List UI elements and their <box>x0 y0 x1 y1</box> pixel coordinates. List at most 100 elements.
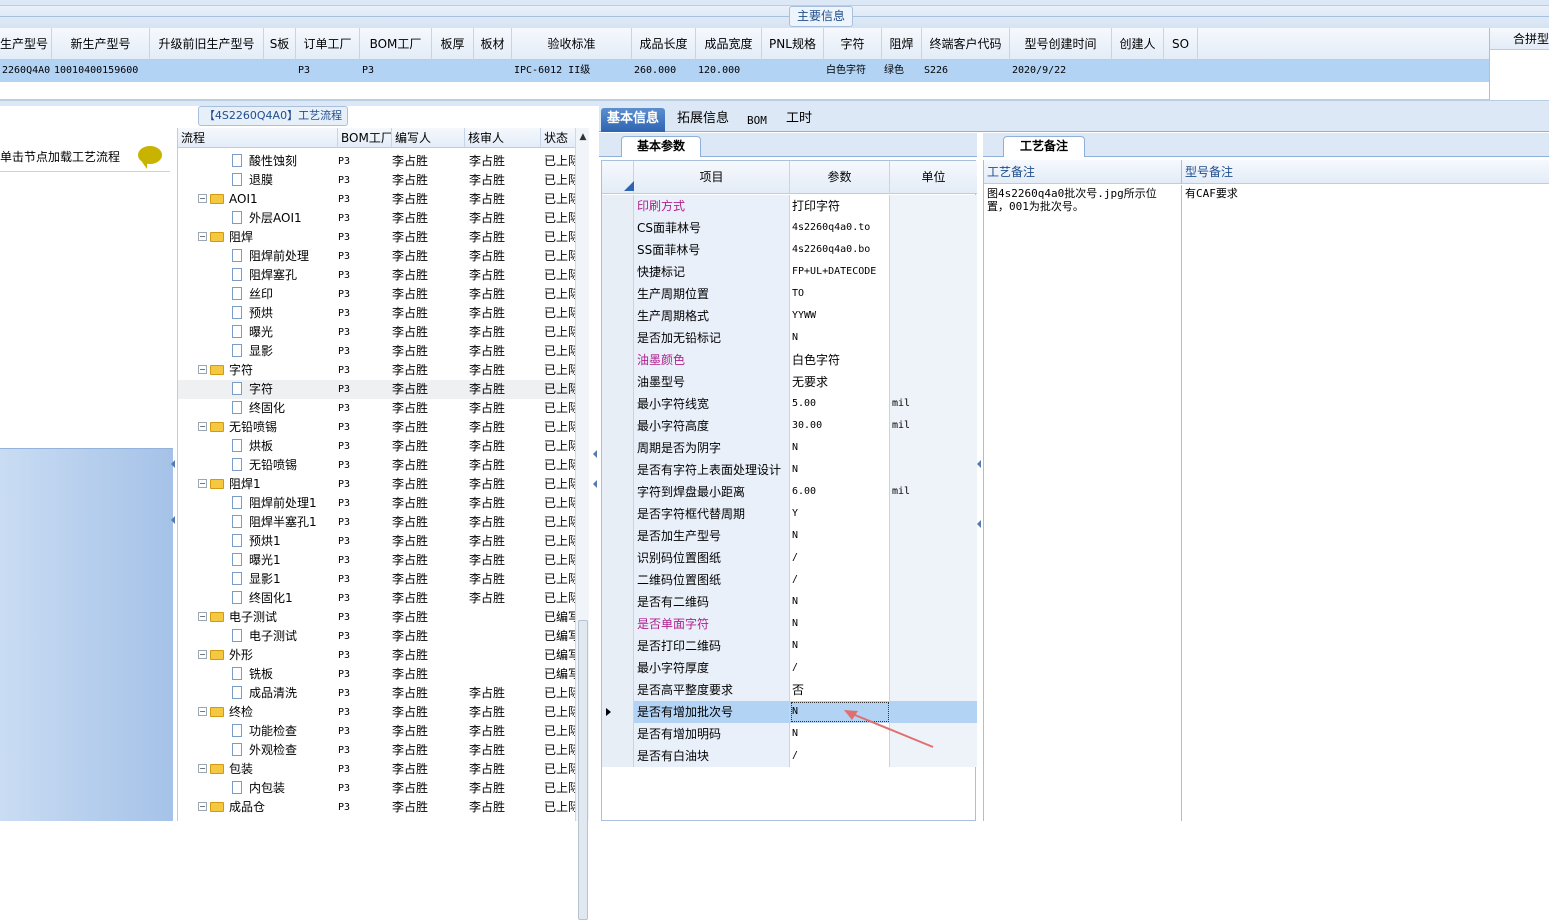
param-value[interactable]: 否 <box>790 679 890 701</box>
row-header[interactable] <box>602 679 634 701</box>
cell[interactable]: 白色字符 <box>824 60 882 82</box>
tree-col-header[interactable]: 流程 <box>178 128 338 148</box>
row-header[interactable] <box>602 591 634 613</box>
tree-row[interactable]: 阻焊前处理 P3 李占胜 李占胜 已上际 <box>178 247 576 266</box>
row-header[interactable] <box>602 569 634 591</box>
tree-row[interactable]: − 终检 P3 李占胜 李占胜 已上际 <box>178 703 576 722</box>
cell[interactable]: 2020/9/22 <box>1010 60 1112 82</box>
cell[interactable] <box>264 60 296 82</box>
row-header[interactable] <box>602 261 634 283</box>
row-header[interactable] <box>602 723 634 745</box>
cell[interactable] <box>762 60 824 82</box>
tree-row[interactable]: 成品清洗 P3 李占胜 李占胜 已上际 <box>178 684 576 703</box>
tree-node[interactable]: − 外形 <box>198 646 253 665</box>
row-header[interactable] <box>602 635 634 657</box>
param-row[interactable]: 是否加无铅标记 N <box>602 327 977 349</box>
tree-node[interactable]: − 字符 <box>198 361 253 380</box>
tree-node[interactable]: 酸性蚀刻 <box>232 152 297 171</box>
row-header[interactable] <box>602 745 634 767</box>
tree-row[interactable]: 烘板 P3 李占胜 李占胜 已上际 <box>178 437 576 456</box>
col-header[interactable]: 阻焊 <box>882 28 922 60</box>
tree-node[interactable]: − 电子测试 <box>198 608 277 627</box>
param-row[interactable]: 是否加生产型号 N <box>602 525 977 547</box>
tree-node[interactable]: 退膜 <box>232 171 273 190</box>
col-header[interactable]: 成品长度 <box>632 28 696 60</box>
row-header[interactable] <box>602 701 634 723</box>
param-row[interactable]: 是否有字符上表面处理设计 N <box>602 459 977 481</box>
tree-col-header[interactable]: 状态 <box>541 128 576 148</box>
param-row[interactable]: 油墨颜色 白色字符 <box>602 349 977 371</box>
param-value[interactable]: 6.00 <box>790 481 890 503</box>
tree-node[interactable]: 曝光1 <box>232 551 281 570</box>
col-header[interactable]: 成品宽度 <box>696 28 762 60</box>
tree-node[interactable]: 外观检查 <box>232 741 297 760</box>
col-header[interactable]: PNL规格 <box>762 28 824 60</box>
tree-node[interactable]: 丝印 <box>232 285 273 304</box>
row-header[interactable] <box>602 415 634 437</box>
param-value[interactable]: 5.00 <box>790 393 890 415</box>
collapse-toggle-icon[interactable]: − <box>198 422 207 431</box>
param-value[interactable]: N <box>790 327 890 349</box>
param-row[interactable]: 印刷方式 打印字符 <box>602 195 977 217</box>
tree-node[interactable]: 预烘1 <box>232 532 281 551</box>
tree-row[interactable]: 字符 P3 李占胜 李占胜 已上际 <box>178 380 576 399</box>
tree-col-header[interactable]: BOM工厂 <box>338 128 392 148</box>
param-row[interactable]: 是否单面字符 N <box>602 613 977 635</box>
param-value[interactable]: Y <box>790 503 890 525</box>
cell[interactable] <box>1112 60 1164 82</box>
col-header[interactable]: 新生产型号 <box>52 28 150 60</box>
param-value[interactable]: N <box>790 459 890 481</box>
tree-node[interactable]: 曝光 <box>232 323 273 342</box>
row-header[interactable] <box>602 283 634 305</box>
process-flow-tree[interactable]: 流程BOM工厂编写人核审人状态 酸性蚀刻P3李占胜李占胜已上际退膜P3李占胜李占… <box>177 128 587 821</box>
param-value[interactable]: 30.00 <box>790 415 890 437</box>
tree-node[interactable]: 阻焊前处理1 <box>232 494 317 513</box>
tree-row[interactable]: 阻焊塞孔 P3 李占胜 李占胜 已上际 <box>178 266 576 285</box>
tree-node[interactable]: 电子测试 <box>232 627 297 646</box>
tree-row[interactable]: − 字符 P3 李占胜 李占胜 已上际 <box>178 361 576 380</box>
row-header[interactable] <box>602 481 634 503</box>
tree-row[interactable]: − 外形 P3 李占胜 已编写 <box>178 646 576 665</box>
model-notes-text[interactable]: 有CAF要求 <box>1182 185 1549 821</box>
tree-row[interactable]: 外观检查 P3 李占胜 李占胜 已上际 <box>178 741 576 760</box>
tree-row[interactable]: 阻焊前处理1 P3 李占胜 李占胜 已上际 <box>178 494 576 513</box>
tree-row[interactable]: − 无铅喷锡 P3 李占胜 李占胜 已上际 <box>178 418 576 437</box>
tree-node[interactable]: − 包装 <box>198 760 253 779</box>
tree-node[interactable]: − 终检 <box>198 703 253 722</box>
tree-row[interactable]: 内包装 P3 李占胜 李占胜 已上际 <box>178 779 576 798</box>
col-header[interactable]: 型号创建时间 <box>1010 28 1112 60</box>
row-header[interactable] <box>602 305 634 327</box>
col-header[interactable]: SO <box>1164 28 1198 60</box>
cell[interactable]: 2260Q4A0 <box>0 60 52 82</box>
col-header[interactable]: 字符 <box>824 28 882 60</box>
tree-row[interactable]: 显影 P3 李占胜 李占胜 已上际 <box>178 342 576 361</box>
collapse-toggle-icon[interactable]: − <box>198 802 207 811</box>
tab-basic-params[interactable]: 基本参数 <box>621 136 701 157</box>
param-value[interactable]: / <box>790 547 890 569</box>
notes-grid[interactable]: 工艺备注 型号备注 图4s2260q4a0批次号.jpg所示位置，001为批次号… <box>983 160 1549 821</box>
param-value[interactable]: N <box>790 525 890 547</box>
col-header[interactable]: S板 <box>264 28 296 60</box>
collapse-toggle-icon[interactable]: − <box>198 707 207 716</box>
row-header[interactable] <box>602 327 634 349</box>
cell[interactable] <box>1164 60 1198 82</box>
tree-row[interactable]: 曝光1 P3 李占胜 李占胜 已上际 <box>178 551 576 570</box>
tree-row[interactable]: 终固化1 P3 李占胜 李占胜 已上际 <box>178 589 576 608</box>
tree-node[interactable]: 外层AOI1 <box>232 209 302 228</box>
tree-node[interactable]: 内包装 <box>232 779 285 798</box>
param-row[interactable]: 生产周期格式 YYWW <box>602 305 977 327</box>
tree-node[interactable]: − 阻焊1 <box>198 475 261 494</box>
param-value[interactable]: 白色字符 <box>790 349 890 371</box>
tree-row[interactable]: − 阻焊1 P3 李占胜 李占胜 已上际 <box>178 475 576 494</box>
col-header[interactable]: 生产型号 <box>0 28 52 60</box>
speech-bubble-icon[interactable] <box>138 146 162 169</box>
param-row[interactable]: 油墨型号 无要求 <box>602 371 977 393</box>
tree-node[interactable]: − AOI1 <box>198 190 258 209</box>
tree-row[interactable]: − 阻焊 P3 李占胜 李占胜 已上际 <box>178 228 576 247</box>
tree-row[interactable]: − 包装 P3 李占胜 李占胜 已上际 <box>178 760 576 779</box>
tab-basic-info[interactable]: 基本信息 <box>601 108 666 132</box>
col-header[interactable]: 创建人 <box>1112 28 1164 60</box>
tree-row[interactable]: − 电子测试 P3 李占胜 已编写 <box>178 608 576 627</box>
param-row[interactable]: 字符到焊盘最小距离 6.00 mil <box>602 481 977 503</box>
tree-col-header[interactable]: 编写人 <box>392 128 465 148</box>
